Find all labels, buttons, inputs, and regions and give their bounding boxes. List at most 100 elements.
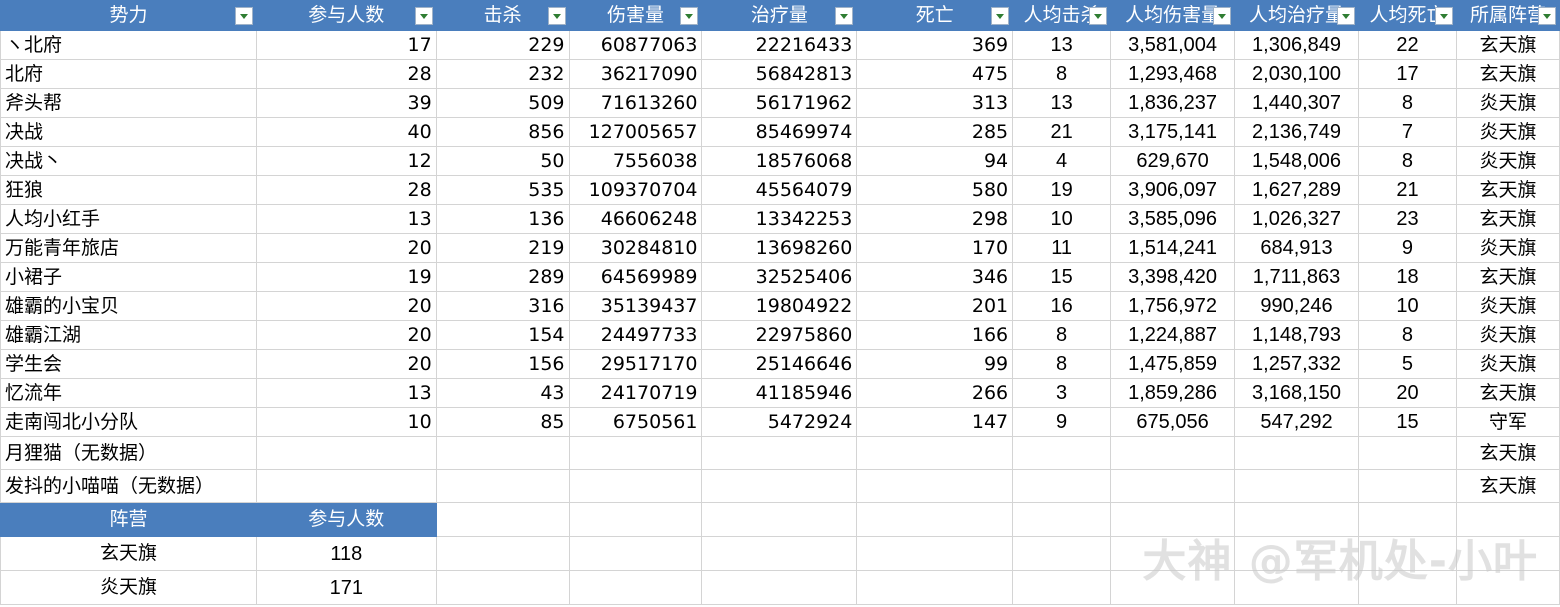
header-cell[interactable]: 死亡	[856, 0, 1014, 31]
header-cell[interactable]: 击杀	[435, 0, 570, 31]
cell-name[interactable]: 北府	[0, 59, 257, 89]
empty-cell[interactable]	[435, 536, 570, 571]
header-cell[interactable]: 参与人数	[255, 0, 437, 31]
cell-camp[interactable]: 玄天旗	[1455, 378, 1560, 408]
cell-avg-kills[interactable]: 8	[1012, 59, 1112, 89]
cell-avg-kills[interactable]: 13	[1012, 88, 1112, 118]
cell-members[interactable]: 19	[255, 262, 437, 292]
cell-kills[interactable]: 136	[435, 204, 570, 234]
cell-damage[interactable]: 64569989	[568, 262, 703, 292]
cell-kills[interactable]	[435, 469, 570, 503]
empty-cell[interactable]	[701, 502, 858, 537]
cell-avg-kills[interactable]: 3	[1012, 378, 1112, 408]
empty-cell[interactable]	[856, 536, 1014, 571]
cell-avg-heal[interactable]	[1234, 436, 1359, 470]
cell-avg-damage[interactable]: 1,514,241	[1110, 233, 1236, 263]
cell-avg-deaths[interactable]: 10	[1358, 291, 1457, 321]
cell-deaths[interactable]: 201	[856, 291, 1014, 321]
cell-avg-deaths[interactable]: 15	[1358, 407, 1457, 437]
cell-heal[interactable]: 22216433	[701, 30, 858, 60]
cell-deaths[interactable]: 369	[856, 30, 1014, 60]
cell-kills[interactable]: 509	[435, 88, 570, 118]
cell-avg-damage[interactable]: 1,836,237	[1110, 88, 1236, 118]
cell-avg-kills[interactable]: 9	[1012, 407, 1112, 437]
cell-damage[interactable]: 30284810	[568, 233, 703, 263]
cell-heal[interactable]: 32525406	[701, 262, 858, 292]
cell-damage[interactable]: 35139437	[568, 291, 703, 321]
cell-damage[interactable]: 7556038	[568, 146, 703, 176]
cell-deaths[interactable]: 313	[856, 88, 1014, 118]
cell-avg-heal[interactable]: 990,246	[1234, 291, 1359, 321]
cell-avg-deaths[interactable]: 8	[1358, 88, 1457, 118]
cell-kills[interactable]: 535	[435, 175, 570, 205]
empty-cell[interactable]	[1012, 502, 1112, 537]
cell-avg-damage[interactable]: 629,670	[1110, 146, 1236, 176]
cell-camp[interactable]: 玄天旗	[1455, 59, 1560, 89]
cell-avg-deaths[interactable]: 21	[1358, 175, 1457, 205]
cell-kills[interactable]: 85	[435, 407, 570, 437]
cell-kills[interactable]: 289	[435, 262, 570, 292]
cell-avg-kills[interactable]	[1012, 436, 1112, 470]
cell-avg-damage[interactable]: 675,056	[1110, 407, 1236, 437]
cell-avg-damage[interactable]: 1,475,859	[1110, 349, 1236, 379]
cell-members[interactable]: 40	[255, 117, 437, 147]
cell-kills[interactable]: 43	[435, 378, 570, 408]
cell-deaths[interactable]: 166	[856, 320, 1014, 350]
cell-members[interactable]: 28	[255, 175, 437, 205]
cell-avg-damage[interactable]	[1110, 436, 1236, 470]
cell-kills[interactable]: 50	[435, 146, 570, 176]
cell-damage[interactable]: 127005657	[568, 117, 703, 147]
cell-damage[interactable]: 24497733	[568, 320, 703, 350]
filter-dropdown-icon[interactable]	[414, 7, 433, 25]
empty-cell[interactable]	[435, 502, 570, 537]
cell-heal[interactable]: 41185946	[701, 378, 858, 408]
header-cell[interactable]: 人均伤害量	[1110, 0, 1236, 31]
cell-avg-damage[interactable]: 3,581,004	[1110, 30, 1236, 60]
cell-deaths[interactable]: 266	[856, 378, 1014, 408]
cell-avg-damage[interactable]: 1,293,468	[1110, 59, 1236, 89]
cell-avg-kills[interactable]	[1012, 469, 1112, 503]
cell-members[interactable]: 28	[255, 59, 437, 89]
cell-camp[interactable]: 炎天旗	[1455, 349, 1560, 379]
filter-dropdown-icon[interactable]	[835, 7, 854, 25]
cell-members[interactable]: 13	[255, 378, 437, 408]
cell-members[interactable]: 12	[255, 146, 437, 176]
cell-damage[interactable]: 46606248	[568, 204, 703, 234]
cell-avg-deaths[interactable]	[1358, 436, 1457, 470]
cell-deaths[interactable]: 94	[856, 146, 1014, 176]
cell-avg-deaths[interactable]	[1358, 469, 1457, 503]
cell-camp[interactable]: 玄天旗	[1455, 30, 1560, 60]
empty-cell[interactable]	[568, 536, 703, 571]
header-cell[interactable]: 伤害量	[568, 0, 703, 31]
header-cell[interactable]: 所属阵营	[1455, 0, 1560, 31]
cell-deaths[interactable]: 170	[856, 233, 1014, 263]
cell-avg-kills[interactable]: 8	[1012, 320, 1112, 350]
cell-heal[interactable]: 19804922	[701, 291, 858, 321]
cell-damage[interactable]: 29517170	[568, 349, 703, 379]
cell-avg-kills[interactable]: 15	[1012, 262, 1112, 292]
filter-dropdown-icon[interactable]	[1337, 7, 1355, 25]
cell-name[interactable]: 忆流年	[0, 378, 257, 408]
cell-deaths[interactable]: 285	[856, 117, 1014, 147]
cell-avg-heal[interactable]: 1,148,793	[1234, 320, 1359, 350]
cell-heal[interactable]: 13342253	[701, 204, 858, 234]
cell-avg-heal[interactable]	[1234, 469, 1359, 503]
cell-members[interactable]: 20	[255, 349, 437, 379]
cell-kills[interactable]	[435, 436, 570, 470]
filter-dropdown-icon[interactable]	[1089, 7, 1108, 25]
cell-deaths[interactable]	[856, 436, 1014, 470]
cell-camp[interactable]: 炎天旗	[1455, 146, 1560, 176]
cell-avg-damage[interactable]: 3,906,097	[1110, 175, 1236, 205]
cell-name[interactable]: ヽ北府	[0, 30, 257, 60]
cell-heal[interactable]: 85469974	[701, 117, 858, 147]
header-cell[interactable]: 人均击杀	[1012, 0, 1112, 31]
header-cell[interactable]: 人均治疗量	[1234, 0, 1359, 31]
cell-deaths[interactable]: 346	[856, 262, 1014, 292]
cell-name[interactable]: 学生会	[0, 349, 257, 379]
cell-members[interactable]: 20	[255, 291, 437, 321]
empty-cell[interactable]	[701, 570, 858, 605]
cell-avg-heal[interactable]: 1,306,849	[1234, 30, 1359, 60]
cell-camp[interactable]: 玄天旗	[1455, 175, 1560, 205]
cell-kills[interactable]: 856	[435, 117, 570, 147]
summary-camp[interactable]: 炎天旗	[0, 570, 257, 605]
